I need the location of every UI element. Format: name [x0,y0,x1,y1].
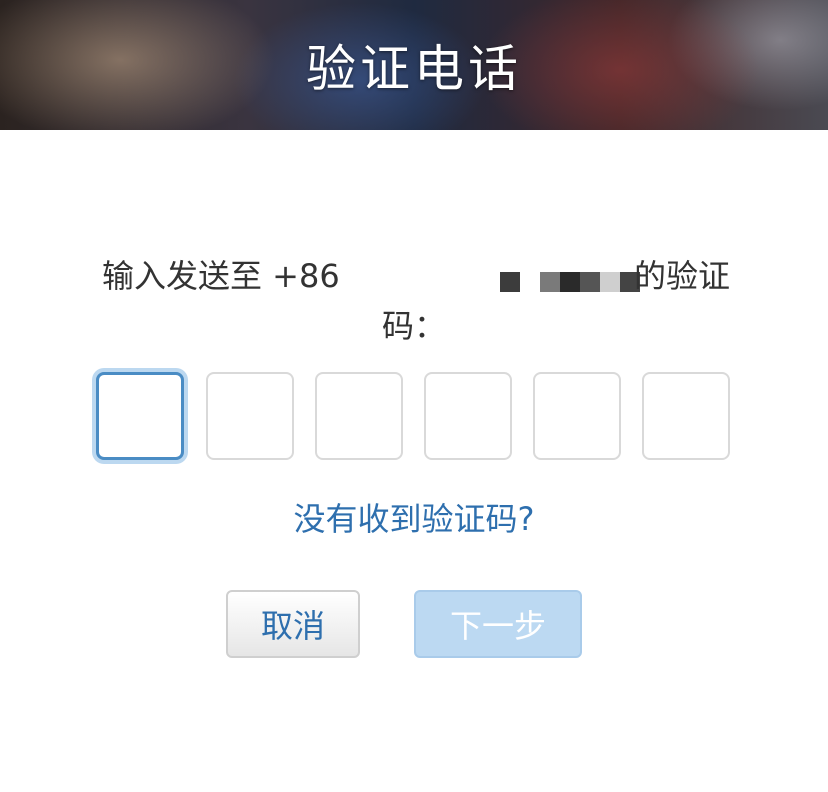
prompt-line2: 码： [381,307,446,345]
prompt-suffix: 的验证 [634,257,731,295]
code-input-row [96,372,732,462]
cancel-button[interactable]: 取消 [226,590,360,658]
code-digit-1[interactable] [96,372,184,460]
header-bar: 验证电话 [0,0,828,130]
code-digit-3[interactable] [315,372,403,460]
page-title: 验证电话 [306,40,522,98]
prompt-prefix: 输入发送至 +86 [102,257,340,295]
next-step-button-label: 下一步 [449,607,546,645]
next-step-button[interactable]: 下一步 [414,590,582,658]
code-digit-4[interactable] [424,372,512,460]
cancel-button-label: 取消 [260,607,325,645]
code-digit-6[interactable] [642,372,730,460]
code-digit-5[interactable] [533,372,621,460]
verification-prompt: 输入发送至 +86 的验证 码： [60,252,768,350]
code-digit-2[interactable] [206,372,294,460]
resend-code-link[interactable]: 没有收到验证码? [0,494,828,540]
